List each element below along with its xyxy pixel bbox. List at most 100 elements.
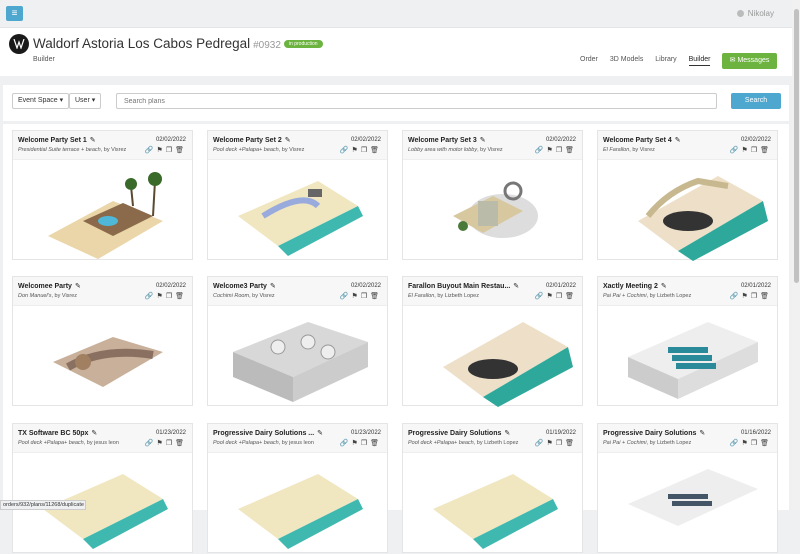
edit-icon[interactable]: ✎ [75,283,81,290]
search-input[interactable] [116,93,717,109]
search-button[interactable]: Search [731,93,781,109]
edit-icon[interactable]: ✎ [480,137,486,144]
plan-title[interactable]: Welcome Party Set 4 ✎ [603,136,681,144]
edit-icon[interactable]: ✎ [270,283,276,290]
trash-icon[interactable]: 🗑 [175,293,187,300]
tag-icon[interactable]: ⚑ [742,293,751,300]
edit-icon[interactable]: ✎ [317,430,323,437]
tag-icon[interactable]: ⚑ [547,147,556,154]
duplicate-icon[interactable]: ❐ [556,440,565,447]
link-icon[interactable]: 🔗 [340,440,352,447]
trash-icon[interactable]: 🗑 [565,147,577,154]
tag-icon[interactable]: ⚑ [742,147,751,154]
user-menu[interactable]: Nikolay [736,9,774,18]
trash-icon[interactable]: 🗑 [175,147,187,154]
link-icon[interactable]: 🔗 [535,147,547,154]
trash-icon[interactable]: 🗑 [760,293,772,300]
nav-builder[interactable]: Builder [688,56,711,66]
plan-preview-image[interactable] [208,161,389,261]
link-icon[interactable]: 🔗 [535,440,547,447]
plan-preview-image[interactable] [403,454,584,554]
plan-card[interactable]: Progressive Dairy Solutions ✎ 01/16/2022 … [597,423,778,553]
edit-icon[interactable]: ✎ [504,430,510,437]
plan-preview-image[interactable] [598,454,779,554]
trash-icon[interactable]: 🗑 [760,147,772,154]
trash-icon[interactable]: 🗑 [565,440,577,447]
link-icon[interactable]: 🔗 [145,440,157,447]
edit-icon[interactable]: ✎ [513,283,519,290]
duplicate-icon[interactable]: ❐ [166,147,175,154]
plan-preview-image[interactable] [403,161,584,261]
duplicate-icon[interactable]: ❐ [556,147,565,154]
duplicate-icon[interactable]: ❐ [361,440,370,447]
edit-icon[interactable]: ✎ [699,430,705,437]
edit-icon[interactable]: ✎ [90,137,96,144]
tag-icon[interactable]: ⚑ [157,293,166,300]
tag-icon[interactable]: ⚑ [352,440,361,447]
plan-title[interactable]: Xactly Meeting 2 ✎ [603,282,667,290]
tag-icon[interactable]: ⚑ [547,293,556,300]
plan-preview-image[interactable] [13,161,194,261]
trash-icon[interactable]: 🗑 [370,293,382,300]
trash-icon[interactable]: 🗑 [175,440,187,447]
trash-icon[interactable]: 🗑 [370,147,382,154]
plan-preview-image[interactable] [208,307,389,407]
tag-icon[interactable]: ⚑ [352,147,361,154]
duplicate-icon[interactable]: ❐ [361,293,370,300]
link-icon[interactable]: 🔗 [145,147,157,154]
link-icon[interactable]: 🔗 [730,147,742,154]
trash-icon[interactable]: 🗑 [760,440,772,447]
plan-title[interactable]: TX Software BC 50px ✎ [18,429,97,437]
trash-icon[interactable]: 🗑 [565,293,577,300]
plan-title[interactable]: Welcome3 Party ✎ [213,282,276,290]
tag-icon[interactable]: ⚑ [352,293,361,300]
plan-card[interactable]: Welcome3 Party ✎ 02/02/2022 Cochimi Room,… [207,276,388,406]
plan-title[interactable]: Welcome Party Set 3 ✎ [408,136,486,144]
edit-icon[interactable]: ✎ [91,430,97,437]
plan-card[interactable]: Welcome Party Set 4 ✎ 02/02/2022 El Faral… [597,130,779,261]
link-icon[interactable]: 🔗 [535,293,547,300]
plan-card[interactable]: Progressive Dairy Solutions ... ✎ 01/23/2… [207,423,388,553]
event-space-dropdown[interactable]: Event Space ▾ [12,93,70,109]
duplicate-icon[interactable]: ❐ [751,293,760,300]
link-icon[interactable]: 🔗 [340,293,352,300]
scrollbar-thumb[interactable] [794,9,799,283]
edit-icon[interactable]: ✎ [661,283,667,290]
plan-card[interactable]: TX Software BC 50px ✎ 01/23/2022 Pool dec… [12,423,193,553]
nav-3d-models[interactable]: 3D Models [610,56,643,63]
tag-icon[interactable]: ⚑ [742,440,751,447]
plan-preview-image[interactable] [598,161,779,261]
duplicate-icon[interactable]: ❐ [556,293,565,300]
tag-icon[interactable]: ⚑ [157,440,166,447]
duplicate-icon[interactable]: ❐ [166,293,175,300]
plan-card[interactable]: Welcomee Party ✎ 02/02/2022 Don Manuel's,… [12,276,193,406]
plan-preview-image[interactable] [403,307,584,407]
plan-title[interactable]: Welcomee Party ✎ [18,282,81,290]
duplicate-icon[interactable]: ❐ [166,440,175,447]
plan-card[interactable]: Progressive Dairy Solutions ✎ 01/19/2022 … [402,423,583,553]
plan-card[interactable]: Farallon Buyout Main Restau... ✎ 02/01/20… [402,276,584,407]
link-icon[interactable]: 🔗 [340,147,352,154]
messages-button[interactable]: ✉ Messages [722,53,777,69]
plan-title[interactable]: Welcome Party Set 2 ✎ [213,136,291,144]
edit-icon[interactable]: ✎ [675,137,681,144]
plan-card[interactable]: Welcome Party Set 1 ✎ 02/02/2022 Presiden… [12,130,193,260]
tag-icon[interactable]: ⚑ [547,440,556,447]
plan-title[interactable]: Progressive Dairy Solutions ... ✎ [213,429,323,437]
link-icon[interactable]: 🔗 [730,440,742,447]
plan-title[interactable]: Farallon Buyout Main Restau... ✎ [408,282,519,290]
plan-card[interactable]: Welcome Party Set 2 ✎ 02/02/2022 Pool dec… [207,130,388,260]
plan-card[interactable]: Xactly Meeting 2 ✎ 02/01/2022 Pai Pai + C… [597,276,778,406]
user-dropdown[interactable]: User ▾ [69,93,102,109]
nav-order[interactable]: Order [580,56,598,63]
nav-library[interactable]: Library [655,56,676,63]
plan-preview-image[interactable] [598,307,779,407]
plan-title[interactable]: Progressive Dairy Solutions ✎ [603,429,705,437]
link-icon[interactable]: 🔗 [730,293,742,300]
plan-preview-image[interactable] [208,454,389,554]
plan-title[interactable]: Welcome Party Set 1 ✎ [18,136,96,144]
tag-icon[interactable]: ⚑ [157,147,166,154]
duplicate-icon[interactable]: ❐ [361,147,370,154]
duplicate-icon[interactable]: ❐ [751,147,760,154]
duplicate-icon[interactable]: ❐ [751,440,760,447]
